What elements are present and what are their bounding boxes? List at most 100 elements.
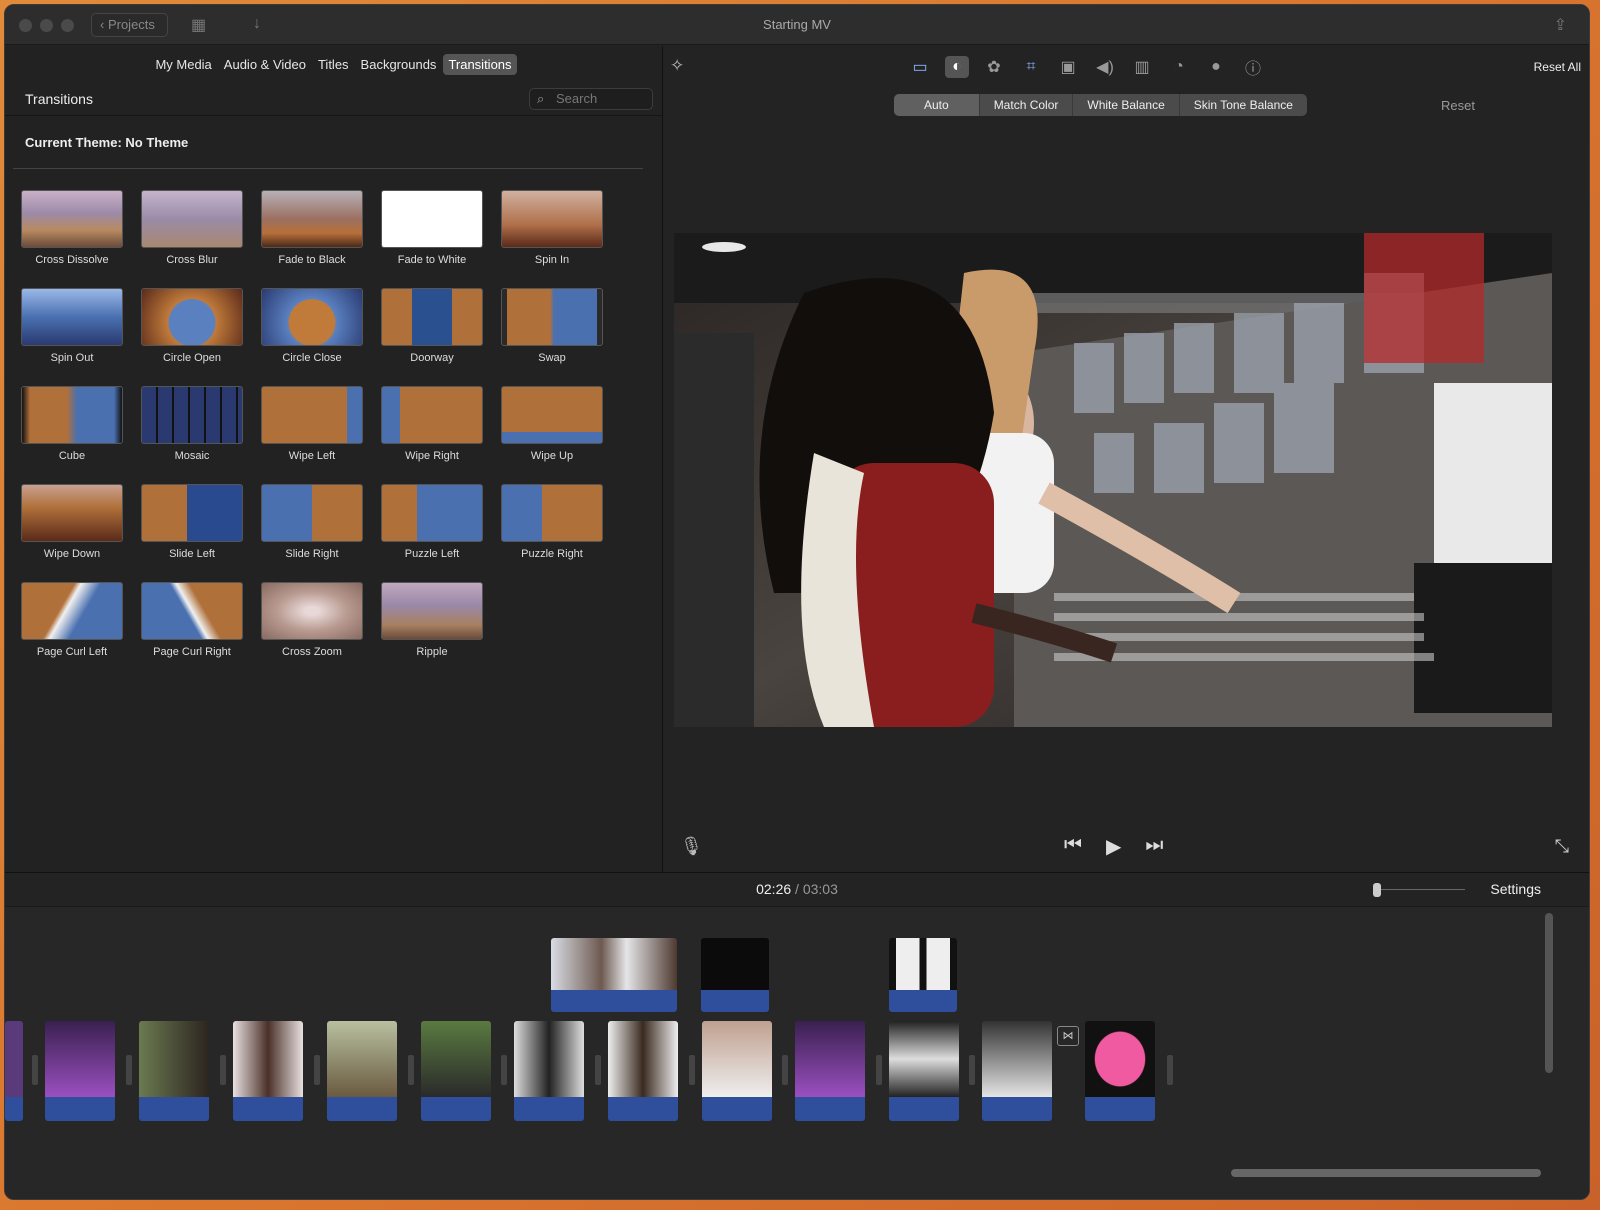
transition-thumbnail[interactable] bbox=[501, 386, 603, 444]
timeline-clip[interactable] bbox=[982, 1021, 1052, 1121]
transition-circle-close[interactable]: Circle Close bbox=[257, 288, 367, 364]
vertical-scrollbar[interactable] bbox=[1545, 913, 1553, 1073]
transition-puzzle-right[interactable]: Puzzle Right bbox=[497, 484, 607, 560]
timeline-clip[interactable] bbox=[45, 1021, 115, 1121]
transition-thumbnail[interactable] bbox=[381, 386, 483, 444]
tab-audio-video[interactable]: Audio & Video bbox=[219, 54, 311, 75]
overlay-clip[interactable] bbox=[551, 938, 677, 1012]
timeline-clip[interactable] bbox=[421, 1021, 491, 1121]
crop-frame-icon[interactable]: ▭ bbox=[908, 56, 932, 78]
skin-tone-balance-button[interactable]: Skin Tone Balance bbox=[1180, 94, 1307, 116]
transition-slide-left[interactable]: Slide Left bbox=[137, 484, 247, 560]
timeline-clip[interactable] bbox=[702, 1021, 772, 1121]
timeline-clip[interactable] bbox=[889, 1021, 959, 1121]
tab-backgrounds[interactable]: Backgrounds bbox=[356, 54, 442, 75]
transition-thumbnail[interactable] bbox=[381, 190, 483, 248]
transition-thumbnail[interactable] bbox=[141, 288, 243, 346]
transition-circle-open[interactable]: Circle Open bbox=[137, 288, 247, 364]
color-balance-icon[interactable]: ◐ bbox=[945, 56, 969, 78]
transition-thumbnail[interactable] bbox=[501, 190, 603, 248]
play-icon[interactable]: ▶ bbox=[1106, 834, 1121, 859]
transition-wipe-up[interactable]: Wipe Up bbox=[497, 386, 607, 462]
transition-fade-to-white[interactable]: Fade to White bbox=[377, 190, 487, 266]
transition-thumbnail[interactable] bbox=[21, 190, 123, 248]
tab-titles[interactable]: Titles bbox=[313, 54, 354, 75]
zoom-slider-handle[interactable] bbox=[1373, 883, 1381, 897]
transition-thumbnail[interactable] bbox=[261, 582, 363, 640]
magic-wand-icon[interactable]: ✧ bbox=[670, 56, 684, 76]
timeline-clip[interactable] bbox=[327, 1021, 397, 1121]
speed-icon[interactable]: ◔ bbox=[1167, 56, 1191, 78]
crop-icon[interactable]: ⌗ bbox=[1019, 56, 1043, 78]
transition-thumbnail[interactable] bbox=[501, 288, 603, 346]
share-icon[interactable]: ⇪ bbox=[1554, 15, 1567, 35]
overlay-clip[interactable] bbox=[889, 938, 957, 1012]
timeline-clip[interactable] bbox=[514, 1021, 584, 1121]
transition-wipe-right[interactable]: Wipe Right bbox=[377, 386, 487, 462]
search-input[interactable]: ⌕ Search bbox=[529, 88, 653, 110]
transition-thumbnail[interactable] bbox=[261, 190, 363, 248]
timeline-clip[interactable] bbox=[139, 1021, 209, 1121]
palette-icon[interactable]: ✿ bbox=[982, 56, 1006, 78]
timeline-clip[interactable] bbox=[5, 1021, 23, 1121]
transition-cube[interactable]: Cube bbox=[17, 386, 127, 462]
transition-thumbnail[interactable] bbox=[21, 582, 123, 640]
overlay-clip[interactable] bbox=[701, 938, 769, 1012]
stabilization-icon[interactable]: ▣ bbox=[1056, 56, 1080, 78]
filter-icon[interactable]: ● bbox=[1204, 56, 1228, 78]
transition-thumbnail[interactable] bbox=[141, 484, 243, 542]
reset-all-button[interactable]: Reset All bbox=[1534, 60, 1581, 74]
timeline-clip[interactable] bbox=[233, 1021, 303, 1121]
transition-thumbnail[interactable] bbox=[261, 288, 363, 346]
transition-thumbnail[interactable] bbox=[381, 484, 483, 542]
timeline-clip[interactable] bbox=[795, 1021, 865, 1121]
transition-icon[interactable]: ⋈ bbox=[1057, 1026, 1079, 1046]
fullscreen-icon[interactable]: ⤡ bbox=[1555, 836, 1569, 857]
settings-button[interactable]: Settings bbox=[1490, 881, 1541, 897]
transition-fade-to-black[interactable]: Fade to Black bbox=[257, 190, 367, 266]
transition-cross-dissolve[interactable]: Cross Dissolve bbox=[17, 190, 127, 266]
equalizer-icon[interactable]: ▥ bbox=[1130, 56, 1154, 78]
tab-transitions[interactable]: Transitions bbox=[443, 54, 517, 75]
info-icon[interactable]: ⓘ bbox=[1241, 56, 1265, 78]
transition-cross-zoom[interactable]: Cross Zoom bbox=[257, 582, 367, 658]
transition-doorway[interactable]: Doorway bbox=[377, 288, 487, 364]
volume-icon[interactable]: ◀) bbox=[1093, 56, 1117, 78]
skip-forward-icon[interactable]: ⏭ bbox=[1145, 834, 1163, 859]
transition-thumbnail[interactable] bbox=[141, 190, 243, 248]
transition-thumbnail[interactable] bbox=[501, 484, 603, 542]
transition-slide-right[interactable]: Slide Right bbox=[257, 484, 367, 560]
transition-page-curl-right[interactable]: Page Curl Right bbox=[137, 582, 247, 658]
transition-thumbnail[interactable] bbox=[21, 386, 123, 444]
transition-page-curl-left[interactable]: Page Curl Left bbox=[17, 582, 127, 658]
transition-mosaic[interactable]: Mosaic bbox=[137, 386, 247, 462]
transition-thumbnail[interactable] bbox=[21, 484, 123, 542]
tab-my-media[interactable]: My Media bbox=[150, 54, 216, 75]
transition-spin-in[interactable]: Spin In bbox=[497, 190, 607, 266]
transition-thumbnail[interactable] bbox=[21, 288, 123, 346]
transition-thumbnail[interactable] bbox=[381, 582, 483, 640]
transition-puzzle-left[interactable]: Puzzle Left bbox=[377, 484, 487, 560]
match-color-button[interactable]: Match Color bbox=[980, 94, 1074, 116]
skip-back-icon[interactable]: ⏮ bbox=[1064, 834, 1082, 859]
horizontal-scrollbar[interactable] bbox=[1231, 1169, 1541, 1177]
transition-thumbnail[interactable] bbox=[261, 386, 363, 444]
transition-wipe-left[interactable]: Wipe Left bbox=[257, 386, 367, 462]
transition-thumbnail[interactable] bbox=[381, 288, 483, 346]
transition-thumbnail[interactable] bbox=[141, 582, 243, 640]
timeline-clip[interactable] bbox=[608, 1021, 678, 1121]
timeline-clip[interactable] bbox=[1085, 1021, 1155, 1121]
auto-button[interactable]: Auto bbox=[894, 94, 980, 116]
transition-thumbnail[interactable] bbox=[261, 484, 363, 542]
transition-swap[interactable]: Swap bbox=[497, 288, 607, 364]
transition-ripple[interactable]: Ripple bbox=[377, 582, 487, 658]
zoom-slider[interactable] bbox=[1373, 883, 1465, 897]
transition-thumbnail[interactable] bbox=[141, 386, 243, 444]
microphone-icon[interactable]: 🎙 bbox=[680, 836, 703, 857]
transition-wipe-down[interactable]: Wipe Down bbox=[17, 484, 127, 560]
white-balance-button[interactable]: White Balance bbox=[1073, 94, 1180, 116]
transition-cross-blur[interactable]: Cross Blur bbox=[137, 190, 247, 266]
browser-panel: My Media Audio & Video Titles Backgrounds Tr… bbox=[5, 46, 663, 872]
reset-button[interactable]: Reset bbox=[1441, 98, 1475, 113]
transition-spin-out[interactable]: Spin Out bbox=[17, 288, 127, 364]
